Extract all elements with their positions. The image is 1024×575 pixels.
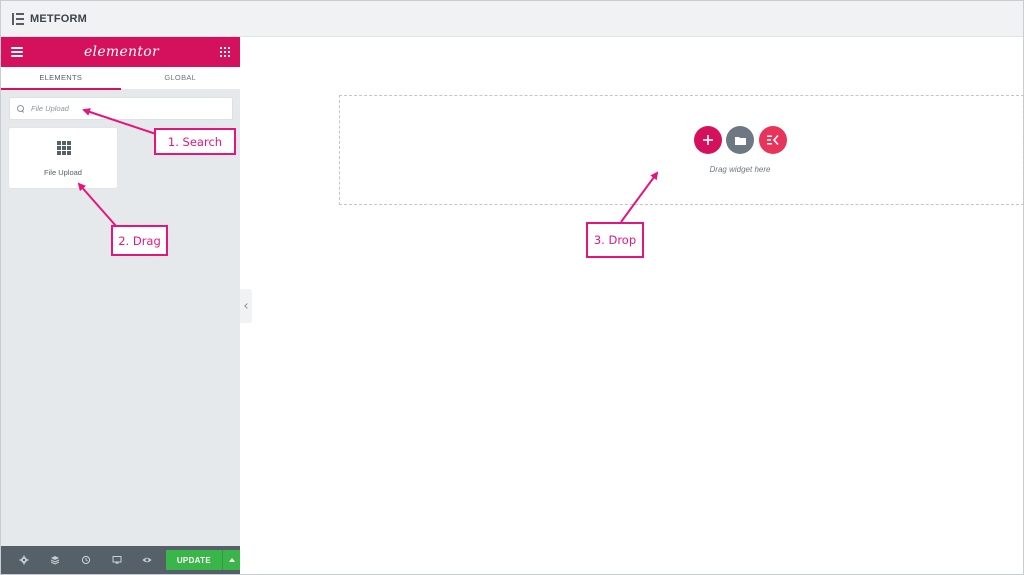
search-input[interactable] [31,104,221,113]
app-title: METFORM [30,12,88,25]
elementskit-icon [767,135,779,145]
tab-global[interactable]: GLOBAL [120,67,240,90]
editor-panel: elementor ELEMENTS GLOBAL File Upload Fi… [1,37,241,574]
elementskit-button[interactable] [759,126,787,154]
brand-logo: elementor [83,44,160,60]
search-icon [17,104,25,113]
title-bar: METFORM [1,1,1023,37]
grid-icon [57,141,71,155]
gear-icon[interactable] [9,546,40,574]
collapse-panel-handle[interactable] [240,289,252,323]
plus-icon [703,135,713,145]
update-options-icon[interactable] [222,550,241,570]
panel-tabs: ELEMENTS GLOBAL [1,67,240,90]
layers-icon[interactable] [40,546,71,574]
menu-icon[interactable] [11,47,23,57]
annotation-search: 1. Search [154,128,236,155]
annotation-drop: 3. Drop [586,222,644,258]
widgets-grid-icon[interactable] [219,47,230,57]
annotation-drag: 2. Drag [111,225,168,256]
folder-icon [734,136,746,145]
panel-header: elementor [1,37,240,67]
widget-file-upload[interactable]: File Upload [9,128,117,188]
drop-hint: Drag widget here [709,165,771,174]
eye-icon[interactable] [132,546,163,574]
widget-label: File Upload [44,168,82,177]
tab-elements[interactable]: ELEMENTS [1,67,121,90]
update-button[interactable]: UPDATE [165,550,223,570]
panel-footer: UPDATE [1,546,241,574]
drop-area[interactable]: Drag widget here [339,95,1024,205]
search-box [9,97,233,120]
history-icon[interactable] [70,546,101,574]
add-template-button[interactable] [726,126,754,154]
add-section-button[interactable] [694,126,722,154]
elementor-logo-icon [12,12,24,25]
desktop-icon[interactable] [101,546,132,574]
